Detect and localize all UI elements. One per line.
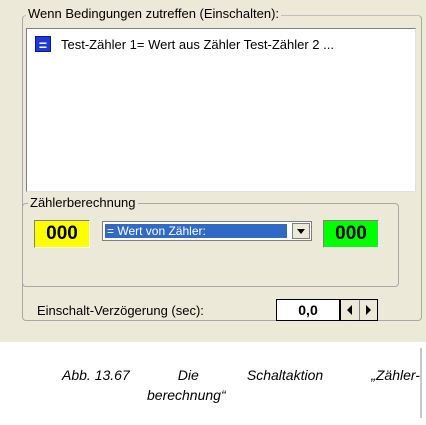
arrow-right-icon: [365, 305, 371, 315]
caption-figure-number: Abb. 13.67: [62, 367, 130, 383]
dialog-panel: Wenn Bedingungen zutreffen (Einschalten)…: [0, 0, 426, 342]
equals-icon: =: [35, 36, 51, 53]
figure-caption: Abb. 13.67 Die Schaltaktion „Zähler- ber…: [62, 365, 420, 405]
increment-button[interactable]: [358, 300, 378, 320]
page-margin-bar: [420, 348, 422, 418]
conditions-listbox[interactable]: = Test-Zähler 1= Wert aus Zähler Test-Zä…: [26, 28, 416, 192]
operation-select-value: = Wert von Zähler:: [105, 224, 287, 238]
counter-calc-legend: Zählerberechnung: [28, 195, 138, 210]
caption-word: Die: [177, 367, 199, 383]
decrement-button[interactable]: [341, 300, 359, 320]
delay-spinner[interactable]: [340, 299, 378, 321]
left-counter-field[interactable]: 000: [34, 220, 90, 248]
delay-input[interactable]: 0,0: [276, 299, 340, 321]
right-counter-field[interactable]: 000: [323, 220, 379, 248]
operation-select[interactable]: = Wert von Zähler:: [102, 221, 312, 241]
list-item[interactable]: = Test-Zähler 1= Wert aus Zähler Test-Zä…: [35, 35, 334, 53]
arrow-left-icon: [347, 305, 353, 315]
conditions-group-legend: Wenn Bedingungen zutreffen (Einschalten)…: [26, 6, 282, 21]
caption-word: berechnung“: [147, 387, 226, 403]
operation-dropdown-button[interactable]: [292, 223, 310, 239]
chevron-down-icon: [297, 228, 305, 234]
delay-label: Einschalt-Verzögerung (sec):: [37, 303, 204, 318]
caption-word: „Zähler-: [371, 367, 420, 383]
caption-word: Schaltaktion: [246, 367, 324, 383]
list-item-text: Test-Zähler 1= Wert aus Zähler Test-Zähl…: [61, 36, 334, 52]
